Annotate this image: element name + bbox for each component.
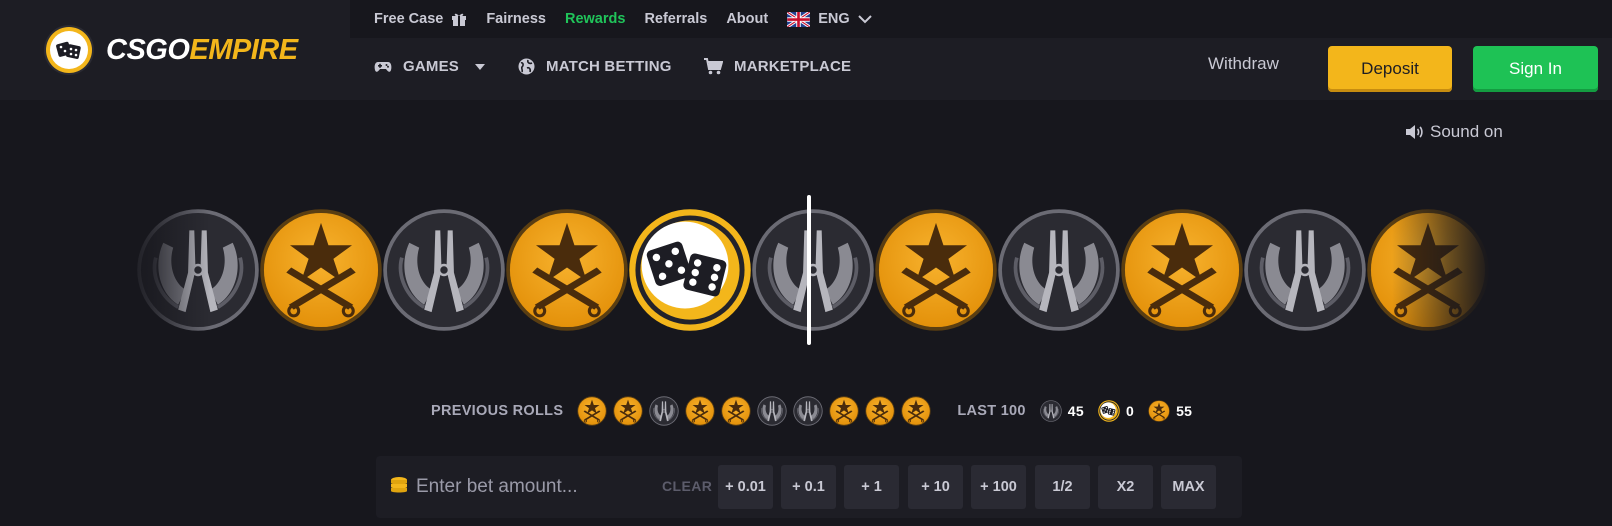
counter-terrorist-coin-icon bbox=[793, 396, 824, 426]
double-button[interactable]: X2 bbox=[1098, 465, 1153, 509]
terrorist-coin-icon bbox=[829, 396, 860, 426]
language-selector[interactable]: ENG bbox=[787, 11, 872, 27]
counter-terrorist-coin-icon bbox=[649, 396, 680, 426]
counter-terrorist-coin-icon bbox=[997, 208, 1121, 332]
previous-rolls: PREVIOUS ROLLS LAST 100 45 0 55 bbox=[431, 396, 1192, 426]
nav-games[interactable]: GAMES bbox=[374, 58, 486, 75]
last100-ct: 45 bbox=[1040, 400, 1084, 422]
counter-terrorist-coin-icon bbox=[1243, 208, 1367, 332]
fairness-link[interactable]: Fairness bbox=[486, 11, 546, 27]
sound-label: Sound on bbox=[1430, 122, 1503, 141]
counter-terrorist-coin-icon bbox=[136, 208, 260, 332]
gift-icon bbox=[452, 13, 467, 26]
cart-icon bbox=[704, 58, 723, 75]
last100-t-count: 55 bbox=[1176, 403, 1193, 419]
logo[interactable]: CSGOEMPIRE bbox=[0, 0, 350, 100]
top-links-bar: Free Case Fairness Rewards Referrals Abo… bbox=[350, 0, 1612, 38]
terrorist-coin-icon bbox=[613, 396, 644, 426]
nav-match-betting-label: MATCH BETTING bbox=[546, 58, 672, 75]
language-label: ENG bbox=[818, 11, 850, 27]
terrorist-coin-icon bbox=[1148, 400, 1170, 422]
roulette-marker bbox=[807, 195, 811, 345]
clear-button[interactable]: CLEAR bbox=[662, 478, 712, 494]
sound-toggle[interactable]: Sound on bbox=[1405, 122, 1503, 142]
counter-terrorist-coin-icon bbox=[1040, 400, 1062, 422]
gamepad-icon bbox=[374, 61, 392, 72]
roulette-strip bbox=[120, 200, 1492, 340]
previous-rolls-label: PREVIOUS ROLLS bbox=[431, 403, 564, 419]
terrorist-coin-icon bbox=[1120, 208, 1244, 332]
sign-in-button[interactable]: Sign In bbox=[1473, 46, 1598, 92]
last100-ct-count: 45 bbox=[1067, 403, 1084, 419]
caret-down-icon bbox=[475, 63, 486, 70]
max-button[interactable]: MAX bbox=[1161, 465, 1216, 509]
bet-bar: CLEAR + 0.01 + 0.1 + 1 + 10 + 100 1/2 X2… bbox=[376, 456, 1242, 518]
dice-logo-icon bbox=[46, 27, 92, 73]
globe-icon bbox=[518, 58, 535, 75]
terrorist-coin-icon bbox=[1366, 208, 1490, 332]
logo-text-white: CSGO bbox=[106, 33, 190, 66]
chevron-down-icon bbox=[857, 15, 872, 24]
last100-label: LAST 100 bbox=[957, 403, 1026, 419]
terrorist-coin-icon bbox=[874, 208, 998, 332]
counter-terrorist-coin-icon bbox=[751, 208, 875, 332]
nav-marketplace-label: MARKETPLACE bbox=[734, 58, 852, 75]
terrorist-coin-icon bbox=[577, 396, 608, 426]
add-100-button[interactable]: + 100 bbox=[971, 465, 1026, 509]
terrorist-coin-icon bbox=[505, 208, 629, 332]
last100-bonus-count: 0 bbox=[1125, 403, 1135, 419]
terrorist-coin-icon bbox=[901, 396, 932, 426]
add-0.1-button[interactable]: + 0.1 bbox=[781, 465, 836, 509]
terrorist-coin-icon bbox=[721, 396, 752, 426]
terrorist-coin-icon bbox=[865, 396, 896, 426]
nav-games-label: GAMES bbox=[403, 58, 460, 75]
dice-bonus-coin-icon bbox=[1098, 400, 1120, 422]
counter-terrorist-coin-icon bbox=[757, 396, 788, 426]
free-case-link[interactable]: Free Case bbox=[374, 11, 467, 27]
about-link[interactable]: About bbox=[726, 11, 768, 27]
speaker-icon bbox=[1406, 125, 1423, 139]
dice-bonus-coin-icon bbox=[628, 208, 752, 332]
terrorist-coin-icon bbox=[685, 396, 716, 426]
last100-t: 55 bbox=[1148, 400, 1192, 422]
terrorist-coin-icon bbox=[259, 208, 383, 332]
site-header: CSGOEMPIRE Free Case Fairness Rewards Re… bbox=[0, 0, 1612, 100]
counter-terrorist-coin-icon bbox=[382, 208, 506, 332]
previous-rolls-list bbox=[577, 396, 932, 426]
rewards-link[interactable]: Rewards bbox=[565, 11, 625, 27]
add-10-button[interactable]: + 10 bbox=[908, 465, 963, 509]
free-case-label: Free Case bbox=[374, 11, 444, 27]
logo-text: CSGOEMPIRE bbox=[106, 34, 298, 67]
last100-bonus: 0 bbox=[1098, 400, 1134, 422]
main-nav: GAMES MATCH BETTING MARKETPLACE Withdraw… bbox=[350, 38, 1612, 100]
referrals-link[interactable]: Referrals bbox=[644, 11, 707, 27]
add-1-button[interactable]: + 1 bbox=[844, 465, 899, 509]
half-button[interactable]: 1/2 bbox=[1035, 465, 1090, 509]
withdraw-link[interactable]: Withdraw bbox=[1208, 54, 1279, 74]
nav-match-betting[interactable]: MATCH BETTING bbox=[518, 58, 672, 75]
logo-text-yellow: EMPIRE bbox=[189, 33, 298, 66]
deposit-button[interactable]: Deposit bbox=[1328, 46, 1452, 92]
bet-amount-input[interactable] bbox=[416, 470, 656, 504]
uk-flag-icon bbox=[787, 11, 811, 27]
add-0.01-button[interactable]: + 0.01 bbox=[718, 465, 773, 509]
coins-icon bbox=[391, 477, 407, 493]
nav-marketplace[interactable]: MARKETPLACE bbox=[704, 58, 851, 75]
